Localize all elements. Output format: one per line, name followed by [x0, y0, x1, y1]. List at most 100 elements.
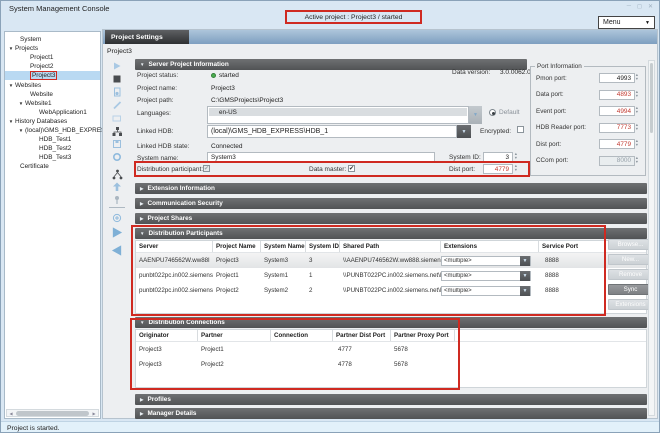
scroll-left-icon[interactable]: ◀	[7, 411, 15, 416]
data-port-input[interactable]: 4893	[599, 90, 635, 100]
scroll-right-icon[interactable]: ▶	[90, 411, 98, 416]
section-communication-security[interactable]: ▶Communication Security	[135, 198, 647, 209]
project-settings-page: Project3 ▼ Server Project Information Pr…	[103, 44, 657, 418]
default-language-radio[interactable]	[489, 109, 496, 116]
stop-project-icon[interactable]	[111, 73, 123, 85]
tree-item-project2[interactable]: Project2	[5, 62, 100, 71]
event-port-input[interactable]: 4994	[599, 106, 635, 116]
connection-row[interactable]: Project3 Project2 4778 5678	[136, 357, 646, 372]
spinner[interactable]: ▲▼	[635, 124, 641, 132]
linked-hdb-state-value: Connected	[211, 143, 242, 150]
section-distribution-participants[interactable]: ▼Distribution Participants	[135, 228, 647, 239]
tree-item-local-gms-hdb[interactable]: ▼(local)\GMS_HDB_EXPRES	[5, 126, 100, 135]
scrollbar-thumb[interactable]	[16, 411, 89, 416]
tree-item-websites[interactable]: ▼Websites	[5, 81, 100, 90]
tree-item-website[interactable]: Website	[5, 90, 100, 99]
main-vertical-scrollbar[interactable]	[648, 60, 655, 416]
section-project-shares[interactable]: ▶Project Shares	[135, 213, 647, 224]
minimize-icon[interactable]: ─	[627, 3, 631, 10]
add-icon[interactable]	[111, 212, 123, 224]
tree-expander-icon[interactable]: ▼	[17, 128, 25, 133]
extensions-button[interactable]: Extensions	[608, 299, 653, 310]
tree-expander-icon[interactable]: ▼	[7, 119, 15, 124]
extensions-combo[interactable]: <multiple>▼	[441, 256, 531, 266]
spinner[interactable]: ▲▼	[635, 157, 641, 165]
encrypted-checkbox[interactable]	[517, 126, 524, 133]
close-icon[interactable]: ✕	[648, 3, 653, 10]
spinner[interactable]: ▲▼	[635, 74, 641, 82]
record-circle-icon[interactable]	[111, 151, 123, 163]
menu-dropdown[interactable]: Menu ▼	[598, 16, 655, 29]
remove-button[interactable]: Remove	[608, 269, 653, 280]
linked-hdb-combo[interactable]: (local)\GMS_HDB_EXPRESS\HDB_1	[207, 125, 457, 138]
restore-project-icon[interactable]	[111, 86, 123, 98]
expand-icon: ▶	[140, 397, 143, 403]
main-panel: Project Settings Project3 ▼ Server Proje	[102, 29, 658, 419]
section-extension-information[interactable]: ▶Extension Information	[135, 183, 647, 194]
languages-listbox[interactable]: en-US	[207, 106, 469, 124]
network-share-icon[interactable]	[111, 168, 123, 180]
system-id-spinner[interactable]: ▲▼	[514, 152, 520, 162]
dist-port-input-panel[interactable]: 4779	[599, 139, 635, 149]
start-project-icon[interactable]	[111, 60, 123, 72]
scrollbar-thumb[interactable]	[650, 63, 653, 133]
tree-expander-icon[interactable]: ▼	[7, 46, 15, 51]
browse-button[interactable]: Browse...	[608, 239, 653, 250]
tree-item-webapplication1[interactable]: WebApplication1	[5, 108, 100, 117]
distribution-participant-checkbox[interactable]	[203, 165, 210, 172]
tree-item-website1[interactable]: ▼Website1	[5, 99, 100, 108]
upload-icon[interactable]	[111, 181, 123, 193]
pmon-port-input[interactable]: 4993	[599, 73, 635, 83]
section-profiles[interactable]: ▶Profiles	[135, 394, 647, 405]
collapse-icon: ▼	[140, 62, 144, 67]
tree-item-system[interactable]: System	[5, 35, 100, 44]
dist-port-spinner[interactable]: ▲▼	[514, 164, 520, 174]
system-name-input[interactable]: System3	[207, 152, 435, 163]
connections-header-row: Originator Partner Connection Partner Di…	[136, 330, 646, 342]
connection-row[interactable]: Project3 Project1 4777 5678	[136, 342, 646, 357]
language-selected-row[interactable]: en-US	[209, 108, 467, 116]
dist-port-input[interactable]: 4779	[483, 164, 513, 174]
extensions-combo[interactable]: <multiple>▼	[441, 271, 531, 281]
tree-item-certificate[interactable]: Certificate	[5, 162, 100, 171]
link-hdb-icon[interactable]	[111, 125, 123, 137]
participant-row[interactable]: punbt022pc.in002.siemens.net Project1 Sy…	[136, 268, 646, 283]
system-id-input[interactable]: 3	[483, 152, 513, 162]
sync-button[interactable]: Sync	[608, 284, 653, 295]
spinner[interactable]: ▲▼	[635, 91, 641, 99]
section-distribution-connections[interactable]: ▼Distribution Connections	[135, 317, 647, 328]
linked-hdb-dropdown-button[interactable]: ▼	[457, 125, 471, 138]
tree-item-hdb-test1[interactable]: HDB_Test1	[5, 135, 100, 144]
tab-project-settings[interactable]: Project Settings	[105, 30, 189, 44]
tree-item-hdb-test3[interactable]: HDB_Test3	[5, 153, 100, 162]
edit-project-icon[interactable]	[111, 99, 123, 111]
new-button[interactable]: New...	[608, 254, 653, 265]
tree-item-project1[interactable]: Project1	[5, 53, 100, 62]
default-language-label: Default	[499, 109, 520, 116]
tree-expander-icon[interactable]: ▼	[17, 101, 25, 106]
hdb-reader-port-input[interactable]: 7773	[599, 123, 635, 133]
section-manager-details[interactable]: ▶Manager Details	[135, 408, 647, 419]
play-large-icon[interactable]	[111, 226, 123, 238]
languages-dropdown-button[interactable]: ▼	[469, 106, 482, 124]
copy-project-icon[interactable]	[111, 112, 123, 124]
tree-item-hdb-test2[interactable]: HDB_Test2	[5, 144, 100, 153]
tree-horizontal-scrollbar[interactable]: ◀ ▶	[6, 409, 99, 417]
tree-expander-icon[interactable]: ▼	[7, 83, 15, 88]
tree-item-history-databases[interactable]: ▼History Databases	[5, 117, 100, 126]
back-large-icon[interactable]	[111, 244, 123, 256]
participant-row[interactable]: AAENPU746562W.ww88l Project3 System3 3 \…	[136, 253, 646, 268]
tree-item-project3-selected[interactable]: Project3	[5, 71, 100, 80]
data-master-checkbox[interactable]	[348, 165, 355, 172]
pin-icon[interactable]	[111, 194, 123, 206]
distribution-participant-label: Distribution participant:	[137, 166, 203, 173]
save-icon[interactable]	[111, 138, 123, 150]
spinner[interactable]: ▲▼	[635, 140, 641, 148]
tree-item-projects[interactable]: ▼Projects	[5, 44, 100, 53]
maximize-icon[interactable]: ◻	[637, 3, 642, 10]
participant-row[interactable]: punbt022pc.in002.siemens.net Project2 Sy…	[136, 283, 646, 298]
extensions-combo[interactable]: <multiple>▼	[441, 286, 531, 296]
ccom-port-input[interactable]: 8000	[599, 156, 635, 166]
spinner[interactable]: ▲▼	[635, 107, 641, 115]
status-bar: Project is started.	[1, 421, 659, 433]
